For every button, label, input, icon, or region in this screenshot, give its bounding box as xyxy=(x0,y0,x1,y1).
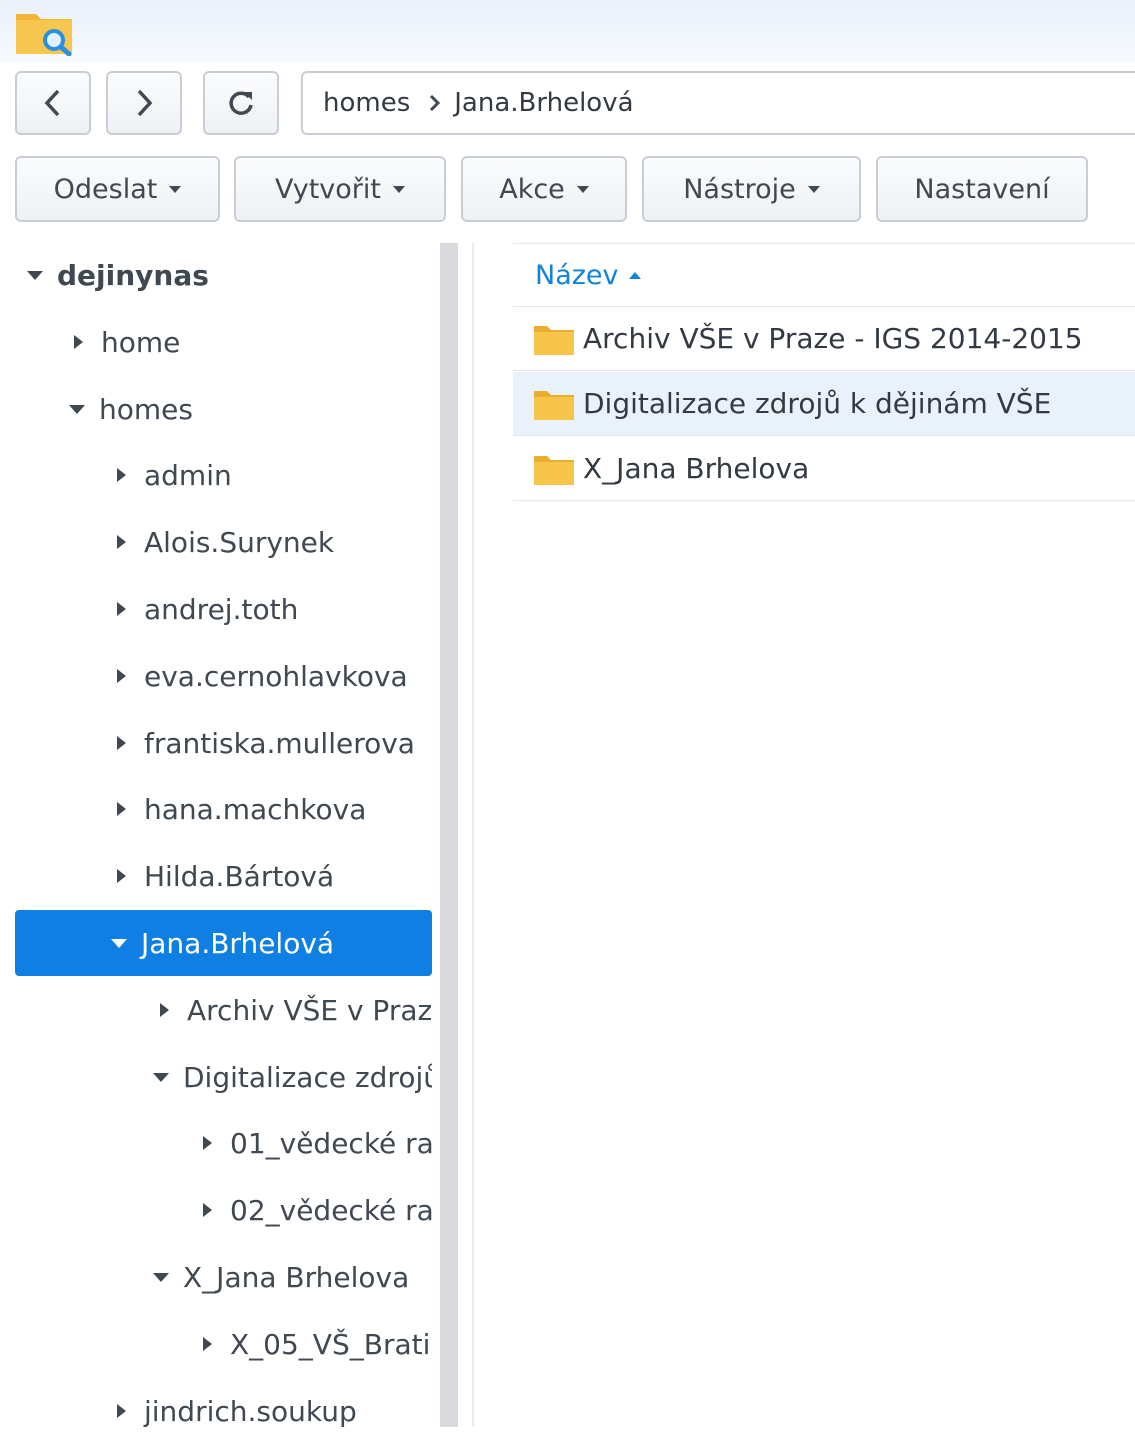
collapsed-arrow-icon[interactable] xyxy=(114,669,128,683)
nastaveni-label: Nastavení xyxy=(914,173,1050,205)
akce-button[interactable]: Akce xyxy=(461,156,627,222)
tree-item-label: hana.machkova xyxy=(144,792,367,826)
folder-icon xyxy=(534,325,574,355)
tree-item-label: Hilda.Bártová xyxy=(144,859,335,893)
akce-label: Akce xyxy=(499,173,565,205)
tree-item-jindrich-soukup[interactable]: jindrich.soukup xyxy=(15,1378,432,1444)
tree-item-x-05-vs[interactable]: X_05_VŠ_Bratislava xyxy=(15,1311,432,1377)
collapsed-arrow-icon[interactable] xyxy=(200,1136,214,1150)
breadcrumb-segment-current[interactable]: Jana.Brhelová xyxy=(454,88,633,118)
column-header-label: Název xyxy=(535,259,619,291)
sort-ascending-icon xyxy=(628,271,641,279)
column-header-name[interactable]: Název xyxy=(513,243,1135,307)
expanded-arrow-icon[interactable] xyxy=(153,1070,169,1084)
collapsed-arrow-icon[interactable] xyxy=(114,869,128,883)
back-button[interactable] xyxy=(15,71,91,135)
odeslat-button[interactable]: Odeslat xyxy=(15,156,220,222)
tree-item-homes[interactable]: homes xyxy=(15,376,432,442)
chevron-right-icon xyxy=(137,89,153,117)
collapsed-arrow-icon[interactable] xyxy=(114,468,128,482)
tree-item-label: 01_vědecké rady xyxy=(230,1126,432,1160)
tree-item-label: admin xyxy=(144,458,232,492)
collapsed-arrow-icon[interactable] xyxy=(114,602,128,616)
tree-item-label: Alois.Surynek xyxy=(144,525,335,559)
vytvorit-label: Vytvořit xyxy=(275,173,381,205)
chevron-left-icon xyxy=(44,89,60,117)
folder-icon xyxy=(534,455,574,485)
file-row-x-jana-brhelova[interactable]: X_Jana Brhelova xyxy=(513,437,1135,501)
tree-item-label: X_05_VŠ_Bratislava xyxy=(230,1327,432,1361)
folder-tree: dejinynas home homes admin Alois.Surynek… xyxy=(0,240,440,1428)
tree-item-eva-cernohlavkova[interactable]: eva.cernohlavkova xyxy=(15,643,432,709)
tree-item-label: dejinynas xyxy=(57,258,209,292)
collapsed-arrow-icon[interactable] xyxy=(114,802,128,816)
file-row-digitalizace[interactable]: Digitalizace zdrojů k dějinám VŠE xyxy=(513,372,1135,436)
caret-down-icon xyxy=(169,185,182,193)
file-row-archiv-vse[interactable]: Archiv VŠE v Praze - IGS 2014-2015 xyxy=(513,307,1135,371)
nastroje-label: Nástroje xyxy=(683,173,796,205)
panel-splitter[interactable] xyxy=(440,243,458,1427)
tree-item-digitalizace[interactable]: Digitalizace zdrojů k dějinám VŠE xyxy=(15,1044,432,1110)
tree-item-label: jindrich.soukup xyxy=(144,1394,357,1428)
tree-item-label: 02_vědecké rady xyxy=(230,1193,432,1227)
folder-icon xyxy=(534,390,574,420)
odeslat-label: Odeslat xyxy=(53,173,158,205)
caret-down-icon xyxy=(576,185,589,193)
tree-item-x-jana-brhelova[interactable]: X_Jana Brhelova xyxy=(15,1244,432,1310)
tree-item-label: Digitalizace zdrojů k dějinám VŠE xyxy=(183,1060,432,1094)
file-name: Archiv VŠE v Praze - IGS 2014-2015 xyxy=(583,322,1083,355)
tree-item-label: X_Jana Brhelova xyxy=(183,1260,410,1294)
file-name: Digitalizace zdrojů k dějinám VŠE xyxy=(583,387,1052,420)
expanded-arrow-icon[interactable] xyxy=(153,1270,169,1284)
vytvorit-button[interactable]: Vytvořit xyxy=(234,156,446,222)
nastroje-button[interactable]: Nástroje xyxy=(642,156,861,222)
tree-item-label: andrej.toth xyxy=(144,592,299,626)
caret-down-icon xyxy=(393,185,405,193)
folder-search-icon xyxy=(16,14,72,56)
tree-item-label: homes xyxy=(99,392,193,426)
tree-item-label: Archiv VŠE v Praze - IGS 2014-2015 xyxy=(187,993,432,1027)
collapsed-arrow-icon[interactable] xyxy=(114,736,128,750)
collapsed-arrow-icon[interactable] xyxy=(157,1003,171,1017)
divider xyxy=(472,243,474,1427)
collapsed-arrow-icon[interactable] xyxy=(200,1203,214,1217)
tree-item-label: eva.cernohlavkova xyxy=(144,659,408,693)
tree-item-hana-machkova[interactable]: hana.machkova xyxy=(15,776,432,842)
nastaveni-button[interactable]: Nastavení xyxy=(876,156,1088,222)
refresh-icon xyxy=(229,91,253,115)
tree-item-admin[interactable]: admin xyxy=(15,442,432,508)
expanded-arrow-icon[interactable] xyxy=(27,268,43,282)
breadcrumb[interactable]: homes Jana.Brhelová xyxy=(301,71,1135,135)
tree-item-dejinynas[interactable]: dejinynas xyxy=(15,242,432,308)
tree-item-02-vedecke[interactable]: 02_vědecké rady xyxy=(15,1177,432,1243)
collapsed-arrow-icon[interactable] xyxy=(114,1404,128,1418)
tree-item-label: Jana.Brhelová xyxy=(141,926,335,960)
tree-item-01-vedecke[interactable]: 01_vědecké rady xyxy=(15,1110,432,1176)
tree-item-hilda-bartova[interactable]: Hilda.Bártová xyxy=(15,843,432,909)
tree-item-andrej-toth[interactable]: andrej.toth xyxy=(15,576,432,642)
file-name: X_Jana Brhelova xyxy=(583,452,810,485)
collapsed-arrow-icon[interactable] xyxy=(200,1337,214,1351)
chevron-right-icon xyxy=(428,94,441,112)
breadcrumb-segment-homes[interactable]: homes xyxy=(323,88,410,118)
collapsed-arrow-icon[interactable] xyxy=(71,335,85,349)
caret-down-icon xyxy=(807,185,820,193)
file-list: Název Archiv VŠE v Praze - IGS 2014-2015… xyxy=(513,243,1135,1427)
tree-item-frantiska-mullerova[interactable]: frantiska.mullerova xyxy=(15,710,432,776)
tree-item-home[interactable]: home xyxy=(15,309,432,375)
expanded-arrow-icon[interactable] xyxy=(111,936,127,950)
title-bar xyxy=(0,0,1135,62)
tree-item-alois-surynek[interactable]: Alois.Surynek xyxy=(15,509,432,575)
refresh-button[interactable] xyxy=(203,71,279,135)
tree-item-label: home xyxy=(101,325,181,359)
expanded-arrow-icon[interactable] xyxy=(69,402,85,416)
tree-item-archiv-vse[interactable]: Archiv VŠE v Praze - IGS 2014-2015 xyxy=(15,977,432,1043)
tree-item-label: frantiska.mullerova xyxy=(144,726,415,760)
forward-button[interactable] xyxy=(106,71,182,135)
collapsed-arrow-icon[interactable] xyxy=(114,535,128,549)
tree-item-jana-brhelova[interactable]: Jana.Brhelová xyxy=(15,910,432,976)
